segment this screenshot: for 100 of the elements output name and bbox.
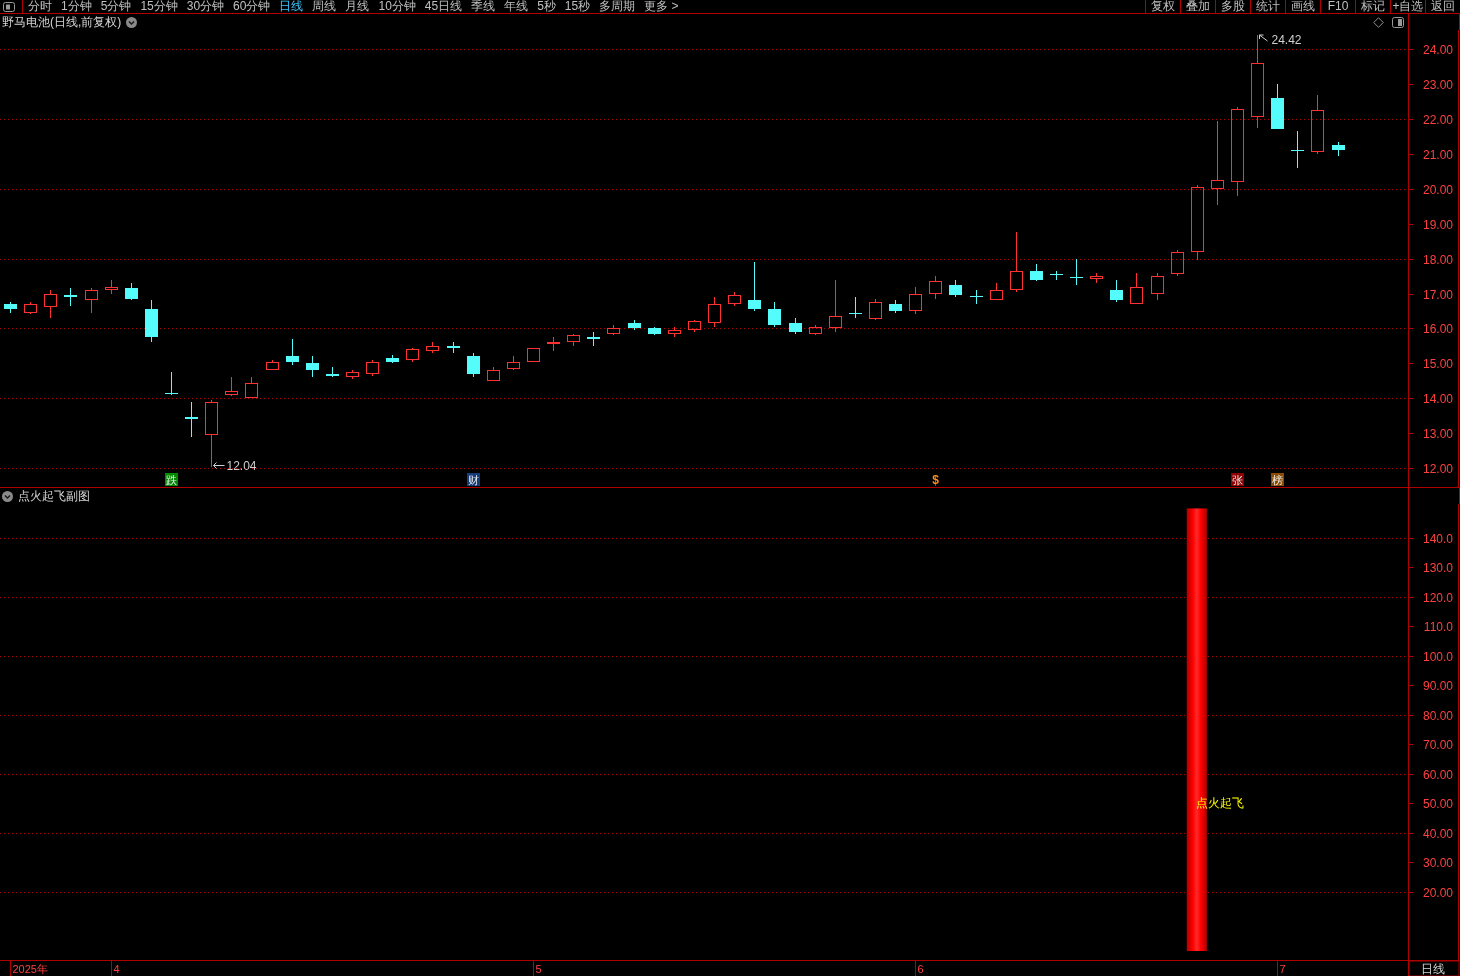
price-axis-label: 14.00 — [1422, 391, 1453, 406]
chart-title: 野马电池(日线,前复权) — [2, 15, 122, 29]
chevron-down-icon[interactable] — [2, 490, 13, 502]
period-tab[interactable]: 季线 — [471, 0, 496, 13]
price-axis-label: 24.00 — [1422, 42, 1453, 57]
candlestick — [1332, 141, 1345, 157]
candlestick — [990, 282, 1003, 301]
candlestick — [406, 347, 419, 363]
value-axis-label: 80.00 — [1422, 708, 1453, 723]
date-axis-label: 7 — [1279, 963, 1286, 975]
panel-icon[interactable] — [3, 1, 15, 12]
candlestick — [1151, 272, 1164, 301]
candlestick — [266, 359, 279, 371]
candlestick — [909, 286, 922, 315]
period-tab[interactable]: 30分钟 — [186, 0, 225, 13]
candlestick — [165, 371, 178, 396]
value-axis-label: 30.00 — [1422, 855, 1453, 870]
arrow-icon — [213, 462, 225, 469]
candlestick — [205, 399, 218, 468]
period-tab[interactable]: 10分钟 — [378, 0, 416, 13]
period-tab[interactable]: 多周期 — [599, 0, 636, 13]
value-axis-label: 110.0 — [1423, 619, 1453, 634]
period-tab[interactable]: 15分钟 — [140, 0, 178, 13]
period-tab[interactable]: 月线 — [345, 0, 370, 13]
period-tab[interactable]: 年线 — [504, 0, 529, 13]
period-tab[interactable]: 分时 — [28, 0, 52, 13]
period-button[interactable]: 日线 — [1408, 960, 1460, 976]
period-tab[interactable]: 1分钟 — [61, 0, 92, 13]
candlestick — [1090, 272, 1103, 284]
candlestick — [527, 347, 540, 363]
value-axis-label: 20.00 — [1422, 885, 1453, 900]
candlestick — [708, 296, 721, 328]
period-tab[interactable]: 5分钟 — [100, 0, 132, 13]
price-axis-label: 15.00 — [1422, 356, 1453, 371]
candlestick — [346, 369, 359, 380]
price-axis-label: 19.00 — [1422, 217, 1453, 232]
value-axis-label: 40.00 — [1422, 826, 1453, 841]
candlestick — [1070, 258, 1083, 286]
price-axis-label: 23.00 — [1422, 77, 1453, 92]
toolbar-button[interactable]: 叠加 — [1180, 0, 1215, 13]
price-axis-label: 13.00 — [1422, 426, 1453, 441]
candlestick — [809, 324, 822, 336]
date-axis-label: 6 — [917, 963, 924, 975]
event-badge[interactable]: 张 — [1231, 473, 1244, 486]
candlestick — [849, 296, 862, 319]
candlestick — [1271, 83, 1284, 130]
toolbar-button[interactable]: 标记 — [1355, 0, 1390, 13]
price-label: 12.04 — [226, 458, 257, 473]
value-axis-label: 140.0 — [1422, 531, 1453, 546]
date-axis-label: 2025年 — [12, 963, 48, 975]
value-axis-label: 100.0 — [1422, 649, 1453, 664]
candlestick — [366, 359, 379, 377]
toolbar-button[interactable]: 画线 — [1285, 0, 1320, 13]
candlestick — [105, 279, 118, 295]
period-tab[interactable]: 15秒 — [564, 0, 591, 13]
period-tab[interactable]: 更多 > — [644, 0, 679, 13]
candlestick — [587, 331, 600, 347]
toolbar-button[interactable]: F10 — [1320, 0, 1355, 13]
price-axis-label: 20.00 — [1422, 182, 1453, 197]
event-badge[interactable]: 财 — [467, 473, 480, 486]
candlestick — [668, 326, 681, 338]
candlestick — [1010, 231, 1023, 293]
candlestick — [185, 401, 198, 438]
price-axis-label: 12.00 — [1422, 461, 1453, 476]
candlestick — [467, 352, 480, 378]
candlestick — [386, 354, 399, 364]
candlestick — [547, 336, 560, 352]
toolbar-button[interactable]: 多股 — [1215, 0, 1250, 13]
candlestick — [1110, 279, 1123, 303]
candlestick — [64, 287, 77, 307]
event-badge[interactable]: 跌 — [165, 473, 178, 486]
period-tab[interactable]: 日线 — [279, 0, 304, 13]
period-tab[interactable]: 5秒 — [537, 0, 556, 13]
toolbar-button[interactable]: 返回 — [1425, 0, 1460, 13]
value-axis-label: 70.00 — [1422, 737, 1453, 752]
event-marker[interactable]: $ — [932, 473, 939, 487]
value-axis-label: 50.00 — [1422, 796, 1453, 811]
value-axis-label: 60.00 — [1422, 767, 1453, 782]
candlestick — [1030, 263, 1043, 282]
value-axis-label: 120.0 — [1422, 590, 1453, 605]
toolbar-button[interactable]: 复权 — [1145, 0, 1180, 13]
candlestick — [949, 279, 962, 298]
diamond-icon[interactable] — [1373, 16, 1384, 28]
period-tab[interactable]: 60分钟 — [233, 0, 271, 13]
panel-icon[interactable] — [1392, 16, 1404, 28]
candlestick — [1291, 130, 1304, 169]
value-axis-label: 90.00 — [1422, 678, 1453, 693]
candlestick — [567, 333, 580, 347]
toolbar-button[interactable]: 统计 — [1250, 0, 1285, 13]
period-tab[interactable]: 周线 — [312, 0, 337, 13]
event-badge[interactable]: 榜 — [1271, 473, 1284, 486]
price-axis-label: 16.00 — [1422, 321, 1453, 336]
candlestick — [426, 341, 439, 354]
candlestick — [507, 355, 520, 371]
toolbar-button[interactable]: +自选 — [1390, 0, 1425, 13]
chevron-down-icon[interactable] — [126, 16, 138, 28]
candlestick — [487, 366, 500, 382]
period-tab[interactable]: 45日线 — [424, 0, 463, 13]
candlestick — [145, 299, 158, 343]
candlestick — [628, 319, 641, 331]
